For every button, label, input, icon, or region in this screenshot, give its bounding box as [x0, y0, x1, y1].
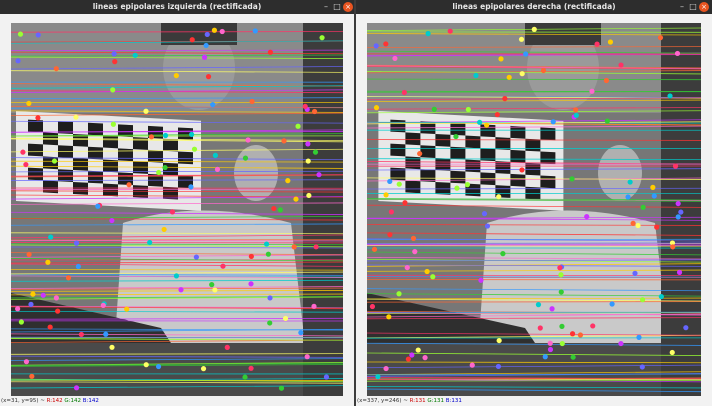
window-right: lineas epipolares derecha (rectificada) … — [356, 0, 712, 406]
status-bar: (x=337, y=246) ~ R:131 G:131 B:131 — [356, 396, 712, 406]
cursor-coords: (x=337, y=246) ~ — [357, 398, 408, 404]
rectified-image-left[interactable] — [11, 23, 343, 396]
minimize-icon[interactable]: – — [677, 2, 687, 12]
close-icon[interactable]: × — [699, 2, 709, 12]
pixel-b: B:142 — [82, 398, 99, 404]
status-bar: (x=31, y=95) ~ R:142 G:142 B:142 — [0, 396, 354, 406]
pixel-g: G:142 — [64, 398, 82, 404]
maximize-icon[interactable]: □ — [332, 2, 342, 12]
epipolar-image — [367, 23, 701, 396]
maximize-icon[interactable]: □ — [688, 2, 698, 12]
epipolar-image — [11, 23, 343, 396]
window-left: lineas epipolares izquierda (rectificada… — [0, 0, 354, 406]
window-title: lineas epipolares izquierda (rectificada… — [92, 2, 262, 11]
pixel-b: B:131 — [445, 398, 462, 404]
minimize-icon[interactable]: – — [321, 2, 331, 12]
pixel-r: R:131 — [409, 398, 426, 404]
titlebar[interactable]: lineas epipolares derecha (rectificada) … — [356, 0, 712, 14]
close-icon[interactable]: × — [343, 2, 353, 12]
rectified-image-right[interactable] — [367, 23, 701, 396]
titlebar[interactable]: lineas epipolares izquierda (rectificada… — [0, 0, 354, 14]
window-title: lineas epipolares derecha (rectificada) — [452, 2, 616, 11]
cursor-coords: (x=31, y=95) ~ — [1, 398, 45, 404]
pixel-g: G:131 — [427, 398, 445, 404]
pixel-r: R:142 — [46, 398, 63, 404]
